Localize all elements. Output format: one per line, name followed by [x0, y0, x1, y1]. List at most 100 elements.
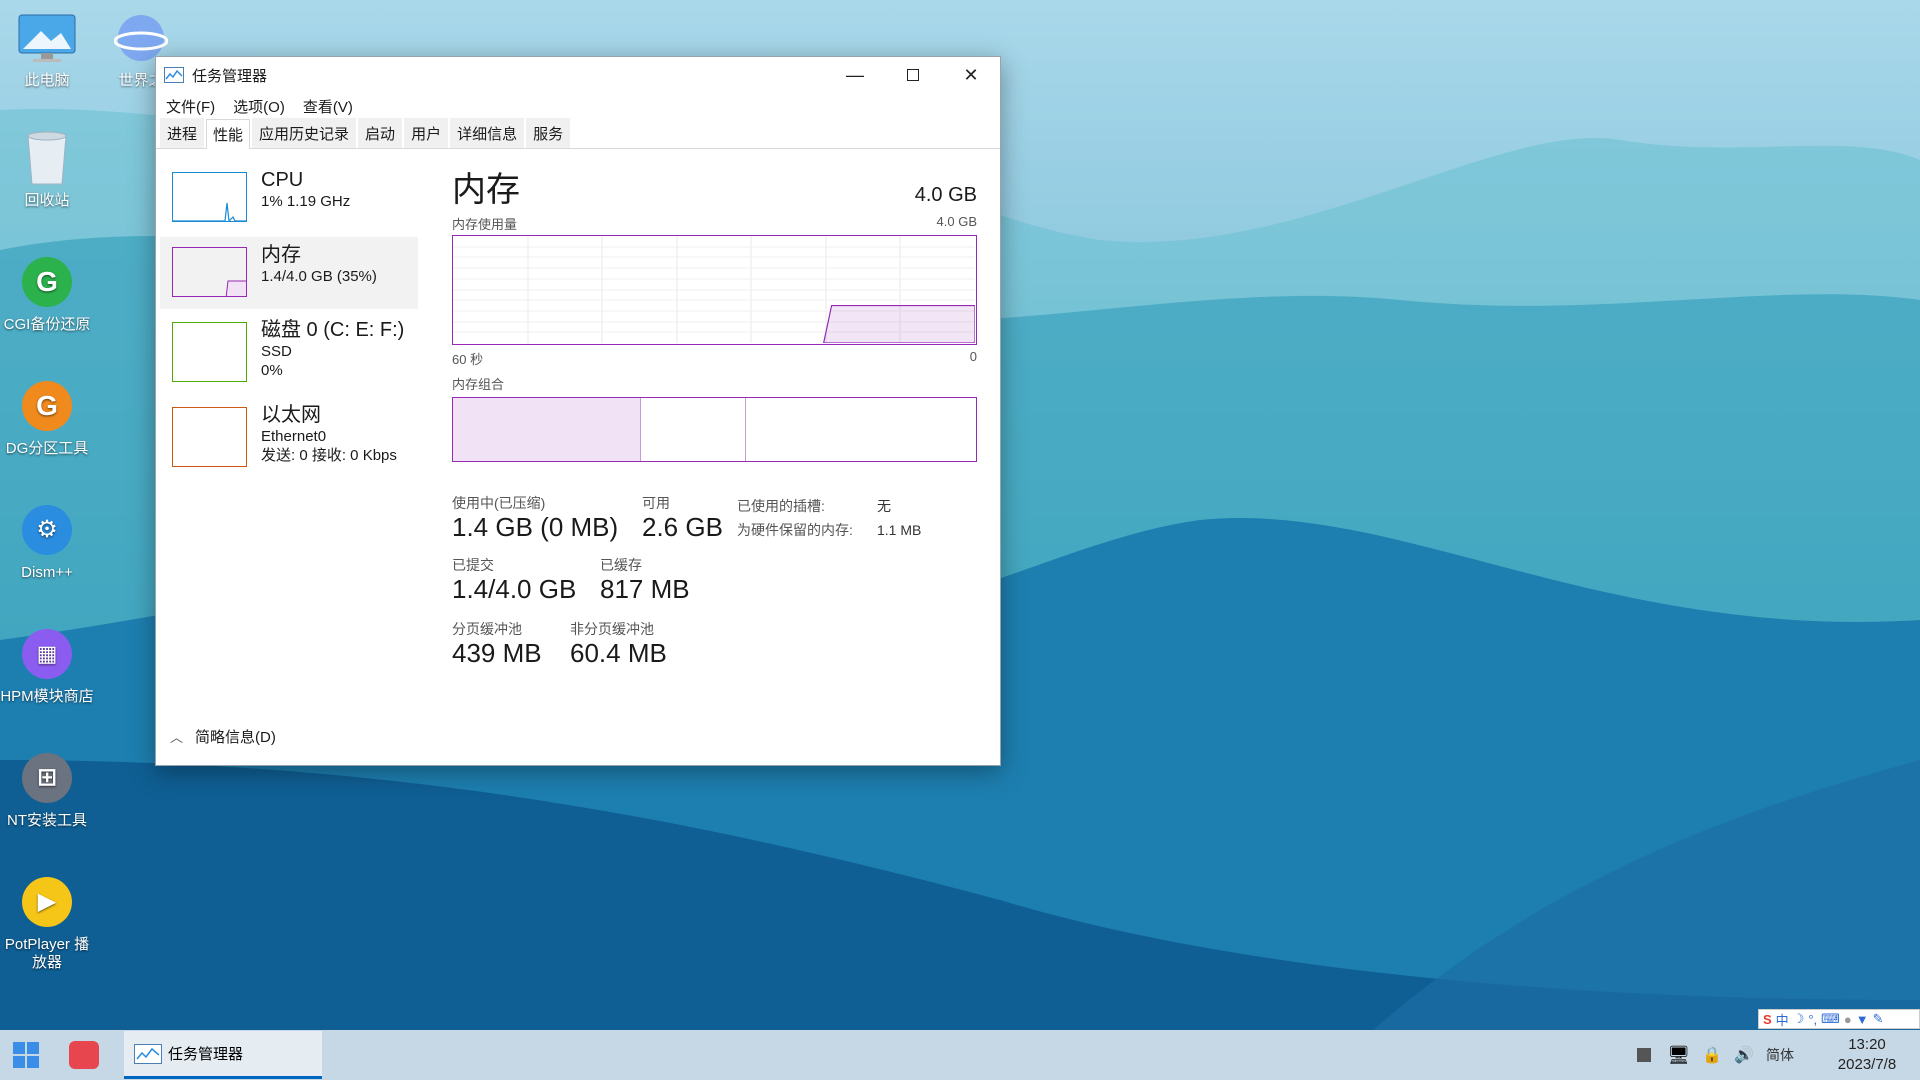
ime-mode[interactable]: 中 [1776, 1010, 1789, 1029]
slots-value: 无 [877, 498, 891, 514]
cached-value: 817 MB [600, 574, 690, 604]
tab-services[interactable]: 服务 [526, 118, 571, 148]
composition-in-use [453, 398, 642, 461]
minimize-button[interactable]: — [826, 57, 884, 93]
menu-file[interactable]: 文件(F) [166, 96, 215, 117]
resource-title: 以太网 [261, 404, 321, 426]
tab-startup[interactable]: 启动 [358, 118, 403, 148]
desktop-icon-label: Dism++ [21, 564, 73, 581]
graph-time-right: 0 [969, 349, 977, 364]
toolbox-icon [69, 1041, 99, 1069]
play-icon: ▶ [22, 877, 72, 927]
resource-list: CPU 1% 1.19 GHz 内存 1.4/4.0 GB (35%) 磁盘 0… [160, 162, 418, 482]
maximize-icon [907, 69, 919, 81]
desktop-icon-label: NT安装工具 [7, 812, 87, 829]
taskbar-task-manager[interactable]: 任务管理器 [124, 1031, 322, 1079]
desktop-icon-this-pc[interactable]: 此电脑 [0, 8, 94, 90]
tab-details[interactable]: 详细信息 [450, 118, 525, 148]
nonpaged-pool-value: 60.4 MB [570, 638, 667, 668]
committed-label: 已提交 [452, 557, 494, 573]
paged-pool-label: 分页缓冲池 [452, 621, 522, 637]
resource-item-ethernet[interactable]: 以太网 Ethernet0 发送: 0 接收: 0 Kbps [160, 397, 418, 479]
desktop-icon-dism[interactable]: ⚙ Dism++ [0, 500, 94, 582]
user-icon[interactable]: ● [1844, 1012, 1852, 1027]
desktop-icon-label: DG分区工具 [5, 440, 89, 457]
taskbar-pinned-app[interactable] [52, 1030, 116, 1080]
desktop-icon-cgi[interactable]: G CGI备份还原 [0, 252, 94, 334]
system-tray: 🖥 🔒 🔊 简体 13:20 2023/7/8 [1637, 1030, 1920, 1080]
ime-toolbar[interactable]: S 中 ☽ °, ⌨ ● ▼ ✎ [1758, 1009, 1920, 1029]
desktop-icon-label: CGI备份还原 [3, 316, 91, 333]
ime-language[interactable]: 简体 [1766, 1045, 1794, 1065]
desktop-icon-nt[interactable]: ⊞ NT安装工具 [0, 748, 94, 830]
start-button[interactable] [0, 1030, 52, 1080]
fewer-details-label: 简略信息(D) [195, 729, 276, 746]
menu-view[interactable]: 查看(V) [303, 96, 353, 117]
keyboard-icon[interactable]: ⌨ [1821, 1011, 1840, 1027]
resource-title: 磁盘 0 (C: E: F:) [261, 319, 405, 341]
title-bar[interactable]: 任务管理器 — ✕ [156, 57, 1000, 93]
usage-graph-label: 内存使用量 [452, 217, 518, 232]
desktop-icon-label: HPM模块商店 [0, 688, 94, 705]
chevron-up-icon: ︿ [170, 730, 184, 745]
slots-label: 已使用的插槽: [737, 498, 825, 514]
resource-sub: 发送: 0 接收: 0 Kbps [261, 447, 397, 464]
skin-icon[interactable]: ▼ [1856, 1012, 1869, 1027]
memory-stats: 使用中(已压缩) 1.4 GB (0 MB) 可用 2.6 GB 已使用的插槽:… [452, 494, 977, 668]
clock-date: 2023/7/8 [1837, 1056, 1897, 1073]
desktop-icon-label: PotPlayer 播放器 [4, 936, 90, 971]
desktop-icon-hpm[interactable]: ▦ HPM模块商店 [0, 624, 94, 706]
close-button[interactable]: ✕ [942, 57, 1000, 93]
composition-label: 内存组合 [452, 377, 505, 392]
monitor-icon [17, 8, 77, 68]
sogou-logo-icon: S [1763, 1011, 1772, 1027]
resource-sub: 1% 1.19 GHz [261, 193, 351, 210]
punctuation-icon[interactable]: °, [1808, 1012, 1817, 1027]
modules-icon: ▦ [22, 629, 72, 679]
desktop-icon-dg[interactable]: G DG分区工具 [0, 376, 94, 458]
minimize-icon: — [846, 64, 864, 85]
clock[interactable]: 13:20 2023/7/8 [1814, 1035, 1920, 1075]
trash-icon [17, 128, 77, 188]
security-icon[interactable]: 🔒 [1702, 1045, 1722, 1065]
notification-square-icon[interactable] [1637, 1048, 1652, 1062]
tab-performance[interactable]: 性能 [206, 119, 251, 149]
performance-panel: CPU 1% 1.19 GHz 内存 1.4/4.0 GB (35%) 磁盘 0… [156, 150, 1000, 765]
memory-usage-graph [452, 235, 977, 345]
volume-icon[interactable]: 🔊 [1734, 1045, 1754, 1065]
nonpaged-pool-label: 非分页缓冲池 [570, 621, 654, 637]
resource-item-cpu[interactable]: CPU 1% 1.19 GHz [160, 162, 418, 234]
cgi-logo-icon: G [22, 257, 72, 307]
page-title: 内存 [452, 171, 520, 209]
tab-users[interactable]: 用户 [404, 118, 449, 148]
maximize-button[interactable] [884, 57, 942, 93]
composition-standby [641, 398, 746, 461]
tab-processes[interactable]: 进程 [160, 118, 205, 148]
fewer-details-toggle[interactable]: ︿ 简略信息(D) [170, 726, 276, 747]
windows-logo-icon: ⊞ [22, 753, 72, 803]
resource-sub: 0% [261, 362, 283, 379]
resource-item-disk[interactable]: 磁盘 0 (C: E: F:) SSD 0% [160, 312, 418, 394]
taskbar-app-label: 任务管理器 [168, 1046, 244, 1063]
graph-time-left: 60 秒 [452, 352, 484, 367]
paged-pool-value: 439 MB [452, 638, 542, 668]
gears-icon: ⚙ [22, 505, 72, 555]
desktop-icon-potplayer[interactable]: ▶ PotPlayer 播放器 [0, 872, 94, 972]
disk-mini-graph [172, 322, 247, 382]
ethernet-mini-graph [172, 407, 247, 467]
task-manager-window: 任务管理器 — ✕ 文件(F) 选项(O) 查看(V) 进程 性能 应用历史记录… [155, 56, 1001, 766]
wrench-icon[interactable]: ✎ [1873, 1011, 1884, 1027]
menu-bar: 文件(F) 选项(O) 查看(V) [156, 93, 1000, 119]
in-use-value: 1.4 GB (0 MB) [452, 512, 619, 542]
tab-bar: 进程 性能 应用历史记录 启动 用户 详细信息 服务 [156, 118, 1000, 149]
resource-item-memory[interactable]: 内存 1.4/4.0 GB (35%) [160, 237, 418, 309]
reserved-value: 1.1 MB [877, 522, 922, 538]
taskbar: 任务管理器 🖥 🔒 🔊 简体 13:20 2023/7/8 [0, 1030, 1920, 1080]
windows-start-icon [13, 1042, 39, 1068]
moon-icon[interactable]: ☽ [1793, 1011, 1805, 1027]
tab-app-history[interactable]: 应用历史记录 [252, 118, 357, 148]
desktop-icon-recycle-bin[interactable]: 回收站 [0, 128, 94, 210]
network-icon[interactable]: 🖥 [1667, 1045, 1690, 1066]
menu-options[interactable]: 选项(O) [233, 96, 285, 117]
clock-time: 13:20 [1848, 1036, 1886, 1053]
